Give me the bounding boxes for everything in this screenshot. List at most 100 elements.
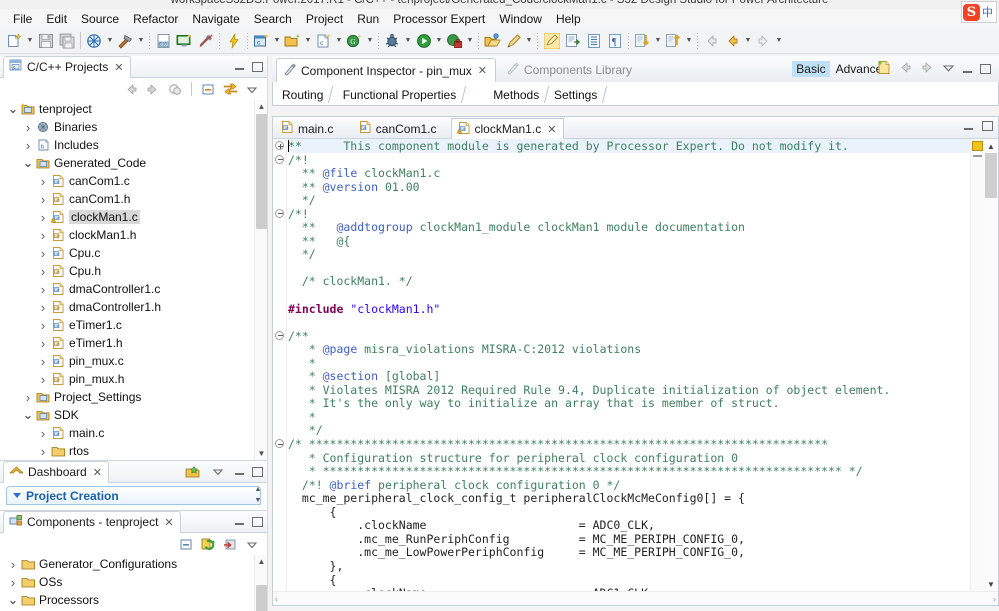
menu-processor-expert[interactable]: Processor Expert <box>386 11 492 27</box>
editor-tab-canCom1-c[interactable]: .c canCom1.c <box>354 118 444 139</box>
tree-item[interactable]: › Project_Settings <box>0 388 267 406</box>
back-icon[interactable] <box>722 30 743 51</box>
new-class-icon[interactable]: G <box>344 30 365 51</box>
editor-vertical-scrollbar[interactable]: ▲ ▼ <box>984 139 998 591</box>
dropdown-arrow-new-c-project-icon[interactable]: ▼ <box>272 30 282 51</box>
link-selection-icon[interactable] <box>221 81 239 98</box>
view-menu-icon[interactable] <box>243 536 261 553</box>
dropdown-arrow-build-all-icon[interactable]: ▼ <box>105 30 115 51</box>
quick-flash-icon[interactable] <box>223 30 244 51</box>
tree-item[interactable]: › .h Cpu.h <box>0 262 267 280</box>
back-icon[interactable] <box>898 61 913 77</box>
menu-run[interactable]: Run <box>350 11 386 27</box>
chevron-right-icon[interactable]: › <box>21 120 35 135</box>
tree-item[interactable]: › .c main.c <box>0 424 267 442</box>
scroll-up-icon[interactable]: ▲ <box>255 555 268 568</box>
close-icon[interactable]: ✕ <box>114 61 123 74</box>
tree-item[interactable]: › .h pin_mux.h <box>0 370 267 388</box>
scroll-up-icon[interactable]: ▲ <box>255 100 268 113</box>
fold-expand-icon[interactable] <box>275 141 285 151</box>
tree-item[interactable]: › .h dmaController1.h <box>0 298 267 316</box>
new-note-icon[interactable] <box>877 60 891 78</box>
dropdown-arrow-back-icon[interactable]: ▼ <box>743 30 753 51</box>
minimize-icon[interactable] <box>234 62 245 71</box>
editor-horizontal-scrollbar[interactable]: ‹ › <box>273 591 998 605</box>
project-tree[interactable]: ⌄ tenproject › Binaries › h Includes ⌄ Generated… <box>0 100 267 460</box>
menu-project[interactable]: Project <box>299 11 350 27</box>
fold-collapse-icon[interactable] <box>275 439 285 449</box>
maximize-icon[interactable] <box>980 64 991 74</box>
link-with-editor-icon[interactable] <box>166 81 184 98</box>
collapse-all-icon[interactable] <box>199 81 217 98</box>
tree-item[interactable]: ⌄ Processors <box>0 591 267 609</box>
maximize-icon[interactable] <box>252 61 263 72</box>
chevron-right-icon[interactable]: › <box>36 192 50 207</box>
code-area[interactable]: ** This component module is generated by… <box>273 139 998 605</box>
components-tree-scrollbar[interactable]: ▲ ▼ <box>254 555 267 611</box>
chevron-down-icon[interactable]: ⌄ <box>6 593 20 606</box>
pencil-icon[interactable] <box>503 30 524 51</box>
scroll-up-icon[interactable]: ▲ <box>984 139 998 153</box>
tree-item[interactable]: › .h canCom1.h <box>0 190 267 208</box>
tab-components[interactable]: Components - tenproject ✕ <box>3 510 181 533</box>
tab-cpp-projects[interactable]: c C/C++ Projects ✕ <box>3 55 131 78</box>
dropdown-arrow-build-hammer-icon[interactable]: ▼ <box>136 30 146 51</box>
menu-search[interactable]: Search <box>247 11 299 27</box>
highlight-icon[interactable] <box>541 30 562 51</box>
maximize-icon[interactable] <box>252 466 263 477</box>
fold-collapse-icon[interactable] <box>275 330 285 341</box>
tree-item[interactable]: › .c pin_mux.c <box>0 352 267 370</box>
chevron-right-icon[interactable]: › <box>6 557 20 572</box>
tree-item[interactable]: › .c! clockMan1.c <box>0 208 267 226</box>
chevron-right-icon[interactable]: › <box>36 426 50 441</box>
build-hammer-icon[interactable] <box>115 30 136 51</box>
view-menu-icon[interactable] <box>243 81 261 98</box>
tree-item[interactable]: › .h clockMan1.h <box>0 226 267 244</box>
save-icon[interactable] <box>35 30 56 51</box>
view-menu-icon[interactable] <box>209 463 227 480</box>
tree-item[interactable]: › rtos <box>0 442 267 460</box>
ime-indicator[interactable]: S 中 <box>961 1 997 23</box>
dropdown-arrow-new-folder-icon[interactable]: ▼ <box>303 30 313 51</box>
dashboard-spinner[interactable]: ▲ ▼ <box>252 486 264 504</box>
menu-refactor[interactable]: Refactor <box>126 11 185 27</box>
editor-overview-ruler[interactable] <box>970 139 984 591</box>
new-wizard-icon[interactable] <box>4 30 25 51</box>
back-icon[interactable] <box>122 81 140 98</box>
editor-tab-main-c[interactable]: .c main.c <box>276 118 340 139</box>
tab-components-library[interactable]: Components Library <box>500 58 640 82</box>
property-tab-settings[interactable]: Settings <box>547 84 608 105</box>
toggle-block-icon[interactable] <box>583 30 604 51</box>
dropdown-arrow-new-c-file-icon[interactable]: ▼ <box>334 30 344 51</box>
chevron-right-icon[interactable]: › <box>21 390 35 405</box>
fold-collapse-icon[interactable] <box>275 154 285 165</box>
components-tree[interactable]: › Generator_Configurations › OSs ⌄ Processors <box>0 555 267 611</box>
import-component-icon[interactable] <box>221 536 239 553</box>
close-icon[interactable]: ✕ <box>164 516 173 529</box>
tab-component-inspector[interactable]: Component Inspector - pin_mux ✕ <box>276 58 496 82</box>
chevron-right-icon[interactable]: › <box>36 282 50 297</box>
scroll-right-icon[interactable]: › <box>993 592 996 606</box>
tab-dashboard[interactable]: Dashboard ✕ <box>3 460 109 483</box>
forward-icon[interactable] <box>753 30 774 51</box>
binary-010-icon[interactable]: 010 <box>153 30 174 51</box>
dropdown-arrow-previous-annotation-icon[interactable]: ▼ <box>684 30 694 51</box>
tree-item[interactable]: ⌄ Generated_Code <box>0 154 267 172</box>
close-icon[interactable]: ✕ <box>478 64 487 77</box>
scroll-down-icon[interactable]: ▼ <box>255 447 268 460</box>
dropdown-arrow-run-icon[interactable]: ▼ <box>434 30 444 51</box>
view-menu-icon[interactable] <box>942 62 955 77</box>
forward-icon[interactable] <box>144 81 162 98</box>
chevron-right-icon[interactable]: › <box>36 264 50 279</box>
scroll-left-icon[interactable]: ‹ <box>275 592 278 606</box>
dropdown-arrow-pencil-icon[interactable]: ▼ <box>524 30 534 51</box>
new-c-project-icon[interactable]: c <box>251 30 272 51</box>
open-dashboard-icon[interactable] <box>184 463 202 480</box>
close-icon[interactable]: ✕ <box>547 123 556 136</box>
menu-source[interactable]: Source <box>74 11 126 27</box>
maximize-icon[interactable] <box>252 516 263 527</box>
chevron-right-icon[interactable]: › <box>36 300 50 315</box>
tree-item[interactable]: › .h eTimer1.h <box>0 334 267 352</box>
minimize-icon[interactable] <box>234 517 245 526</box>
chevron-right-icon[interactable]: › <box>6 575 20 590</box>
